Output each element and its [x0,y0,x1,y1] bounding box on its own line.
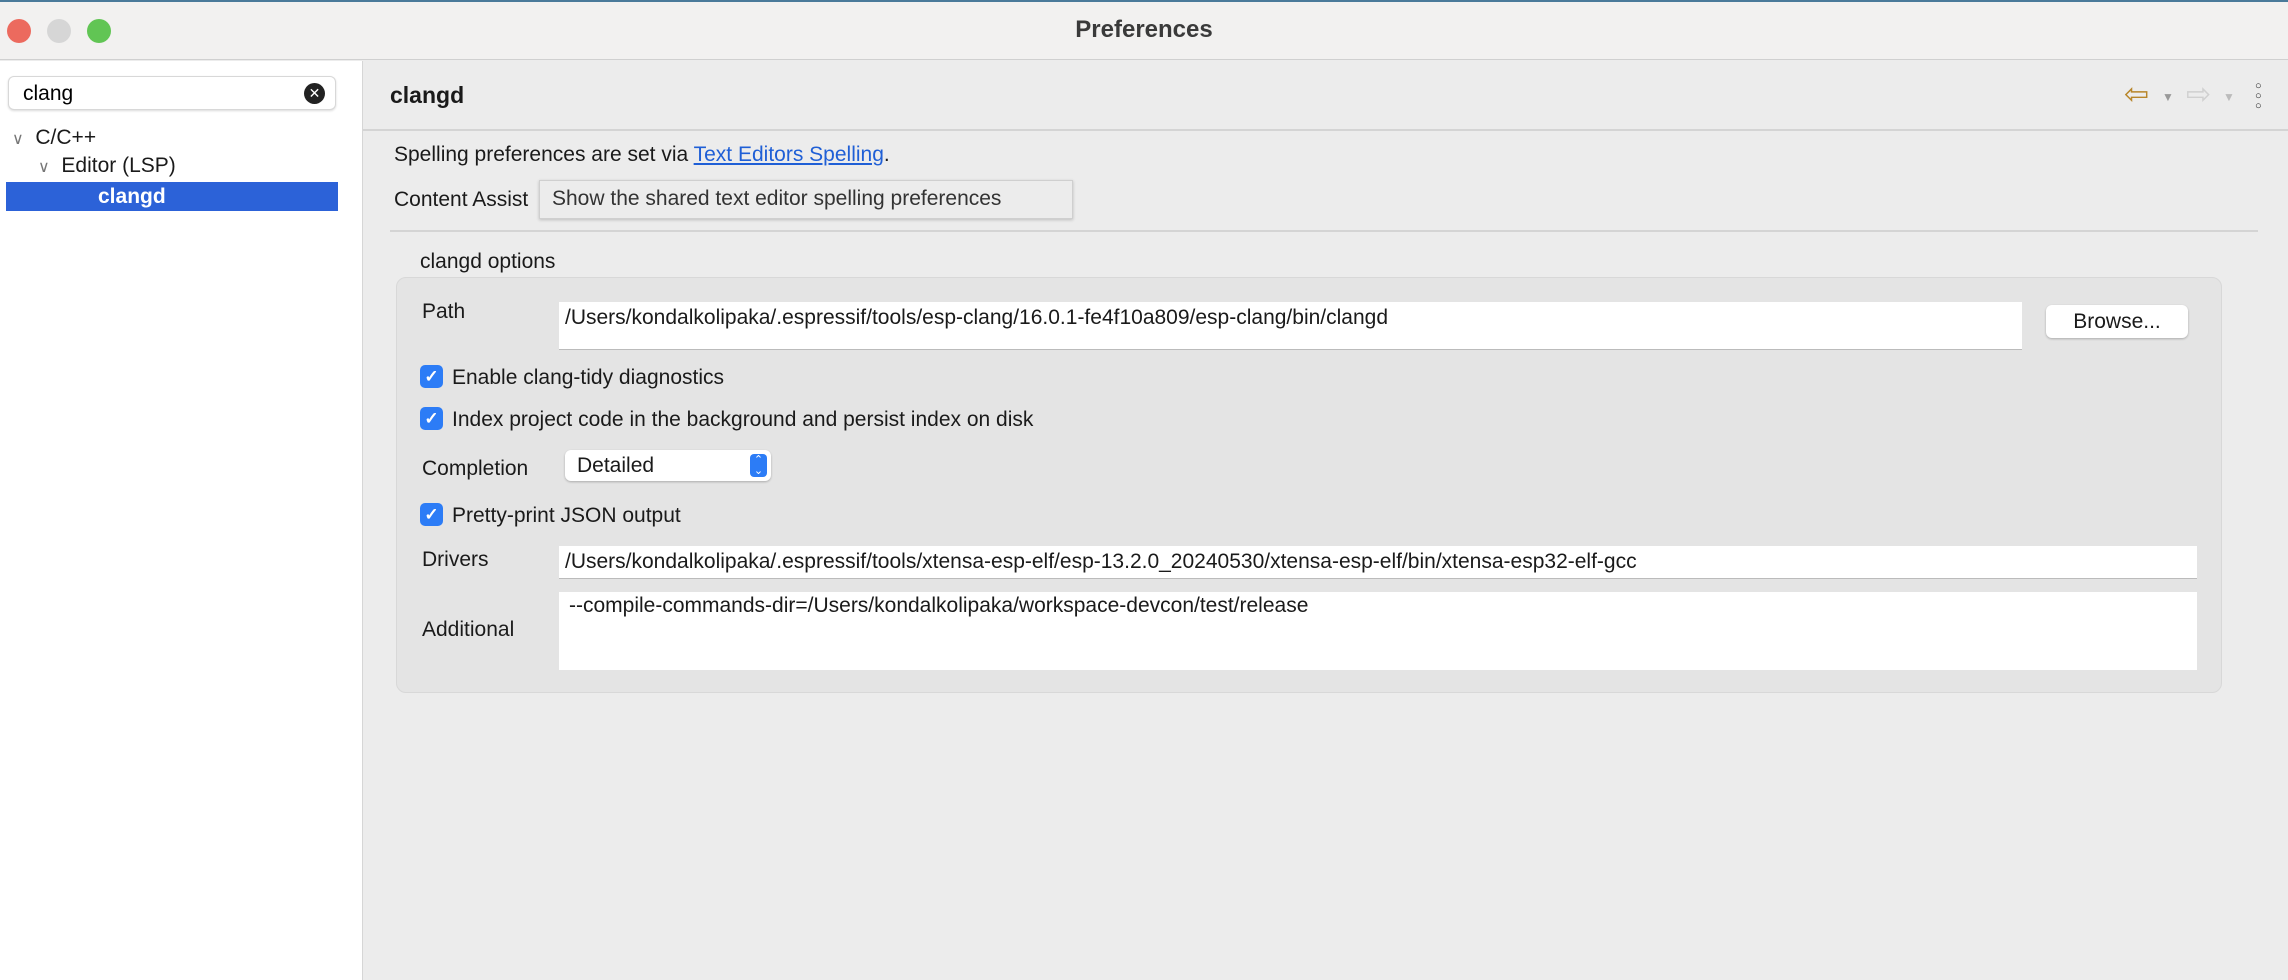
section-divider [390,230,2258,232]
more-options-icon[interactable]: ○ ○ ○ [2255,81,2262,112]
index-label: Index project code in the background and… [452,408,1034,431]
text-editors-spelling-link[interactable]: Text Editors Spelling [694,143,884,166]
group-label: clangd options [420,250,556,273]
window-title: Preferences [1075,16,1213,43]
select-stepper-icon: ⌃ ⌄ [750,454,767,477]
tree-item-clangd[interactable]: clangd [6,182,338,211]
tree-item-label: C/C++ [35,126,97,149]
path-input[interactable]: /Users/kondalkolipaka/.espressif/tools/e… [559,302,2022,350]
search-field[interactable]: ✕ [8,76,336,110]
title-bar: Preferences [0,0,2288,60]
additional-textarea[interactable]: --compile-commands-dir=/Users/kondalkoli… [559,592,2197,670]
browse-button[interactable]: Browse... [2046,305,2188,338]
clang-tidy-checkbox[interactable]: ✓ [420,365,443,388]
spelling-text: Spelling preferences are set via Text Ed… [394,143,890,167]
chevron-down-icon[interactable]: ∨ [12,131,24,148]
forward-arrow-icon[interactable]: ⇨ [2186,80,2211,110]
header-divider [363,129,2288,131]
clear-search-icon[interactable]: ✕ [304,83,325,104]
additional-label: Additional [422,618,515,641]
spelling-prefix: Spelling preferences are set via [394,143,694,166]
completion-label: Completion [422,457,529,480]
chevron-down-icon[interactable]: ∨ [38,159,50,176]
pretty-print-label: Pretty-print JSON output [452,504,681,527]
content-assist-text: Content Assist [394,188,529,211]
completion-value: Detailed [577,454,655,477]
index-checkbox[interactable]: ✓ [420,407,443,430]
drivers-label: Drivers [422,548,489,571]
pretty-print-checkbox[interactable]: ✓ [420,503,443,526]
forward-history-dropdown-icon[interactable]: ▼ [2223,90,2235,104]
page-title: clangd [390,82,465,108]
tree-item-editor-lsp[interactable]: ∨ Editor (LSP) [38,151,176,180]
drivers-input[interactable]: /Users/kondalkolipaka/.espressif/tools/x… [559,546,2197,579]
spelling-suffix: . [883,143,890,166]
tree-item-label: Editor (LSP) [61,154,176,177]
tree-item-cpp[interactable]: ∨ C/C++ [12,123,96,152]
back-history-dropdown-icon[interactable]: ▼ [2162,90,2174,104]
search-input[interactable] [23,82,293,106]
path-label: Path [422,300,466,323]
clang-tidy-label: Enable clang-tidy diagnostics [452,366,724,389]
completion-select[interactable]: Detailed ⌃ ⌄ [565,450,771,481]
back-arrow-icon[interactable]: ⇦ [2124,80,2149,110]
tooltip: Show the shared text editor spelling pre… [539,180,1073,219]
